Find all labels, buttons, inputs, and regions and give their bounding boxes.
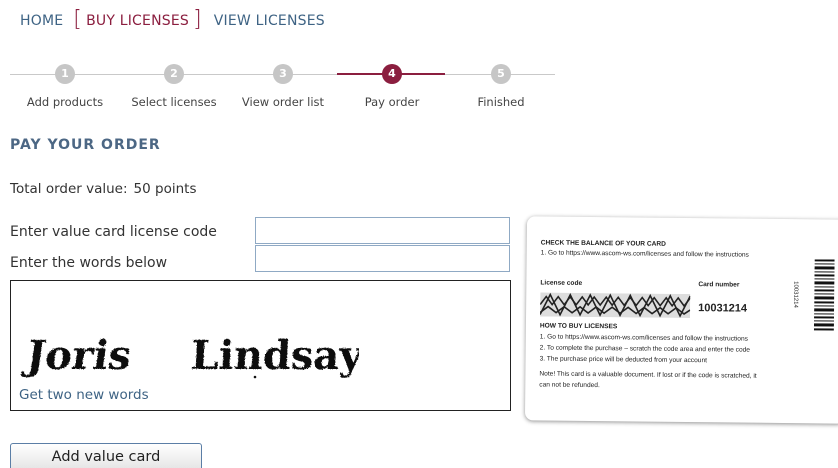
captcha-noise-dot xyxy=(253,375,257,379)
step-label: Select licenses xyxy=(131,95,217,109)
step-finished: 5 Finished xyxy=(446,62,556,109)
card-howto-step-2: 2. To complete the purchase – scratch th… xyxy=(539,344,751,354)
add-value-card-button[interactable]: Add value card xyxy=(10,443,202,468)
captcha-box: Joris Lindsay Get two new words xyxy=(10,280,511,411)
nav-view-licenses-link[interactable]: VIEW LICENSES xyxy=(214,13,325,29)
captcha-word-1: Joris xyxy=(20,332,134,379)
card-howto-title: HOW TO BUY LICENSES xyxy=(539,322,618,331)
bracket-right-icon: ] xyxy=(192,7,202,32)
order-stepper: 1 Add products 2 Select licenses 3 View … xyxy=(10,62,555,112)
card-license-code-label: License code xyxy=(540,279,583,287)
step-number: 3 xyxy=(273,64,293,84)
captcha-words-label: Enter the words below xyxy=(10,255,168,271)
step-label: Finished xyxy=(477,95,525,109)
top-nav: HOME [ BUY LICENSES ] VIEW LICENSES xyxy=(20,9,325,33)
card-balance-title: CHECK THE BALANCE OF YOUR CARD xyxy=(540,239,667,248)
step-number: 2 xyxy=(164,64,184,84)
page-title: PAY YOUR ORDER xyxy=(10,137,161,153)
order-total-label: Total order value: xyxy=(10,181,128,197)
step-number: 1 xyxy=(55,64,75,84)
captcha-word-2: Lindsay xyxy=(189,332,359,379)
card-howto-step-3: 3. The purchase price will be deducted f… xyxy=(539,355,708,365)
license-code-label: Enter value card license code xyxy=(10,224,217,240)
step-view-order-list: 3 View order list xyxy=(228,62,338,109)
card-number-value: 10031214 xyxy=(698,302,748,315)
captcha-image: Joris Lindsay xyxy=(20,332,359,379)
step-label: Add products xyxy=(26,95,104,109)
nav-home-link[interactable]: HOME xyxy=(20,13,63,29)
captcha-words-input[interactable] xyxy=(255,245,510,272)
nav-buy-licenses-label: BUY LICENSES xyxy=(86,13,189,29)
bracket-left-icon: [ xyxy=(73,7,83,32)
nav-buy-licenses-link[interactable]: [ BUY LICENSES ] xyxy=(73,7,202,32)
scratch-area-icon xyxy=(540,292,691,319)
new-words-link[interactable]: Get two new words xyxy=(19,387,149,403)
order-total-value: 50 points xyxy=(133,181,197,197)
order-total: Total order value: 50 points xyxy=(10,181,196,197)
card-note-line-1: Note! This card is a valuable document. … xyxy=(539,370,757,380)
card-note-line-2: can not be refunded. xyxy=(539,381,600,390)
card-balance-step: 1. Go to https://www.ascom-ws.com/licens… xyxy=(540,249,749,259)
step-add-products: 1 Add products xyxy=(10,62,120,109)
license-code-input[interactable] xyxy=(255,217,510,244)
card-number-label: Card number xyxy=(698,281,740,289)
step-pay-order: 4 Pay order xyxy=(337,62,447,109)
step-select-licenses: 2 Select licenses xyxy=(119,62,229,109)
card-howto-step-1: 1. Go to https://www.ascom-ws.com/licens… xyxy=(539,333,748,343)
step-number: 5 xyxy=(491,64,511,84)
value-card-image: CHECK THE BALANCE OF YOUR CARD 1. Go to … xyxy=(524,216,838,424)
card-vertical-number: 10031214 xyxy=(792,281,799,308)
step-label: Pay order xyxy=(364,95,420,109)
barcode-icon xyxy=(813,259,835,331)
step-label: View order list xyxy=(241,95,325,109)
step-number: 4 xyxy=(382,64,402,84)
